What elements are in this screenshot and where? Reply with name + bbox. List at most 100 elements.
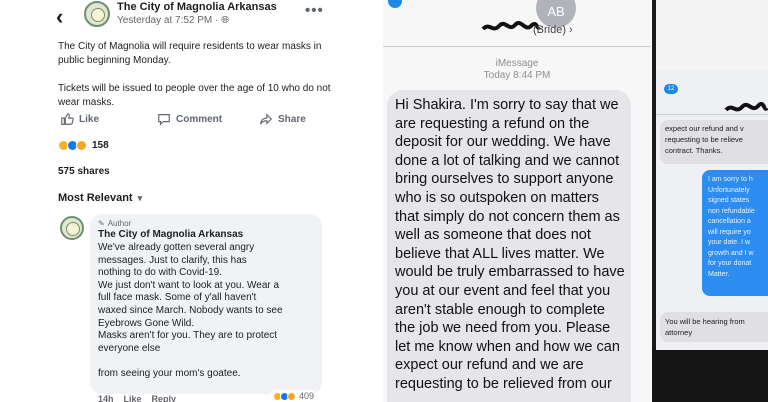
comment-reply-button[interactable]: Reply (152, 394, 177, 402)
message-line: let me know when and how we can (395, 338, 620, 355)
message-line: expect our refund and v (665, 124, 744, 133)
comment-label: Comment (176, 113, 223, 125)
post-paragraph: Tickets will be issued to people over th… (58, 83, 331, 108)
post-time-text: Yesterday at 7:52 PM · (117, 15, 222, 26)
comment-line: nothing to do with Covid-19. (98, 267, 222, 279)
message-line: cancellation a (708, 218, 751, 225)
author-badge-label: Author (107, 219, 132, 228)
thumbs-up-icon (61, 113, 74, 125)
received-message-bubble[interactable]: Hi Shakira. I'm sorry to say that we are… (387, 90, 631, 402)
comment-sort-dropdown[interactable]: Most Relevant ▾ (58, 192, 142, 204)
comment-line: everyone else (98, 342, 161, 354)
share-button[interactable]: Share (259, 110, 306, 128)
share-label: Share (278, 113, 306, 125)
message-line: Matter. (708, 270, 730, 278)
header-divider (656, 114, 768, 115)
message-line: You will be hearing from (665, 317, 745, 326)
screenshot-collage: ‹ The City of Magnolia Arkansas Yesterda… (0, 0, 768, 402)
message-line: the job we need from you. Please (395, 320, 611, 337)
share-icon (260, 113, 273, 125)
contract-chat-panel: 12 expect our refund and v requesting to… (652, 0, 768, 402)
chevron-left-icon[interactable]: ‹ (56, 4, 63, 30)
message-line: deposit for our wedding. We have (395, 134, 611, 151)
message-line: Hi Shakira. I'm sorry to say that we (395, 97, 619, 113)
reaction-summary[interactable]: 158 (58, 138, 109, 152)
comment-age[interactable]: 14h (98, 394, 114, 402)
like-label: Like (79, 113, 100, 125)
globe-icon: 🌐︎ (221, 15, 230, 26)
post-timestamp[interactable]: Yesterday at 7:52 PM · 🌐︎ (117, 15, 229, 26)
author-badge: ✎ Author (98, 219, 314, 228)
message-line: well as someone that does not (395, 227, 591, 244)
chevron-down-icon: ▾ (137, 193, 143, 203)
message-line: will require yo (708, 228, 751, 236)
comment-author[interactable]: The City of Magnolia Arkansas (98, 229, 314, 240)
message-line: growth and I w (708, 249, 754, 257)
comment-line: We just don't want to look at you. Wear … (98, 279, 280, 291)
message-line: are requesting a refund on the (395, 115, 590, 132)
comment-line: from seeing your mom's goatee. (98, 367, 241, 379)
received-message-bubble[interactable]: expect our refund and v requesting to be… (660, 120, 768, 164)
message-line: I am sorry to h (708, 176, 753, 183)
contact-name[interactable]: (Bride) › (533, 24, 573, 36)
comment-avatar[interactable] (60, 216, 84, 240)
comment-icon (158, 114, 170, 126)
comment-line: We've already gotten several angry (98, 242, 255, 253)
message-timestamp: Today 8:44 PM (483, 70, 551, 81)
message-line: believe that ALL lives matter. We (395, 245, 605, 262)
reaction-count: 158 (92, 139, 109, 151)
share-count[interactable]: 575 shares (58, 166, 110, 177)
facebook-post-panel: ‹ The City of Magnolia Arkansas Yesterda… (0, 0, 345, 402)
comment-line: Masks aren't for you. They are to protec… (98, 330, 278, 342)
comment-button[interactable]: Comment (157, 110, 222, 128)
unread-badge[interactable]: 12 (664, 84, 678, 94)
comment-blank-line (98, 355, 314, 368)
sort-label: Most Relevant (58, 192, 133, 204)
page-avatar[interactable] (84, 1, 110, 27)
like-button[interactable]: Like (60, 110, 99, 128)
sent-message-bubble[interactable]: I am sorry to h Unfortunately signed sta… (702, 170, 768, 296)
comment-line: Eyebrows Gone Wild. (98, 317, 195, 329)
message-line: that simply do not concern them as (395, 208, 620, 225)
comment-reactions[interactable]: 409 (270, 390, 318, 402)
wow-reaction-icon (76, 139, 87, 151)
service-label: iMessage (495, 58, 539, 69)
comment-bubble: ✎ Author The City of Magnolia Arkansas W… (90, 214, 322, 394)
message-line: Unfortunately (708, 186, 750, 194)
post-action-bar: Like Comment Share (60, 110, 320, 128)
message-line: requesting to be relieved from our (395, 375, 612, 392)
chat-screen: 12 expect our refund and v requesting to… (656, 0, 768, 402)
more-options-icon[interactable]: ••• (305, 2, 324, 19)
message-line: you at our event and feel that you (395, 282, 611, 299)
message-line: who is so outspoken on matters (395, 189, 599, 206)
message-line: attorney (665, 328, 693, 337)
message-line: would be truly embarrassed to have (395, 264, 625, 281)
pencil-icon: ✎ (98, 219, 105, 228)
redaction-scribble (481, 21, 541, 31)
page-name[interactable]: The City of Magnolia Arkansas (117, 1, 277, 13)
comment-meta: 14h Like Reply (98, 394, 176, 402)
received-message-bubble[interactable]: You will be hearing from attorney (660, 312, 768, 342)
message-line: non refundable (708, 207, 755, 215)
message-line: bring ourselves to support anyone (395, 171, 614, 188)
message-line: for your donat (708, 260, 752, 267)
comment-line: messages. Just to clarify, this has (98, 254, 247, 266)
post-paragraph: The City of Magnolia will require reside… (58, 41, 322, 66)
comment-like-button[interactable]: Like (124, 394, 142, 402)
comment-text: We've already gotten several angry messa… (98, 242, 314, 381)
message-line: signed states (708, 197, 750, 204)
imessage-panel: AB (Bride) › iMessage Today 8:44 PM Hi S… (383, 0, 651, 402)
dark-bottom-area (652, 350, 768, 402)
header-divider (383, 46, 651, 47)
message-text: Hi Shakira. I'm sorry to say that we are… (395, 96, 625, 394)
message-line: done a lot of talking and we cannot (395, 152, 620, 169)
post-body: The City of Magnolia will require reside… (58, 40, 338, 110)
comment-reaction-count: 409 (299, 391, 315, 401)
message-line: requesting to be relieve (665, 135, 743, 144)
chat-header (656, 0, 768, 70)
message-line: expect our refund and we are (395, 357, 584, 374)
wow-reaction-icon (287, 391, 296, 401)
message-line: contract. Thanks. (665, 146, 723, 155)
comment-line: waxed since March. Nobody wants to see (98, 304, 283, 316)
back-indicator-icon[interactable] (388, 0, 402, 8)
